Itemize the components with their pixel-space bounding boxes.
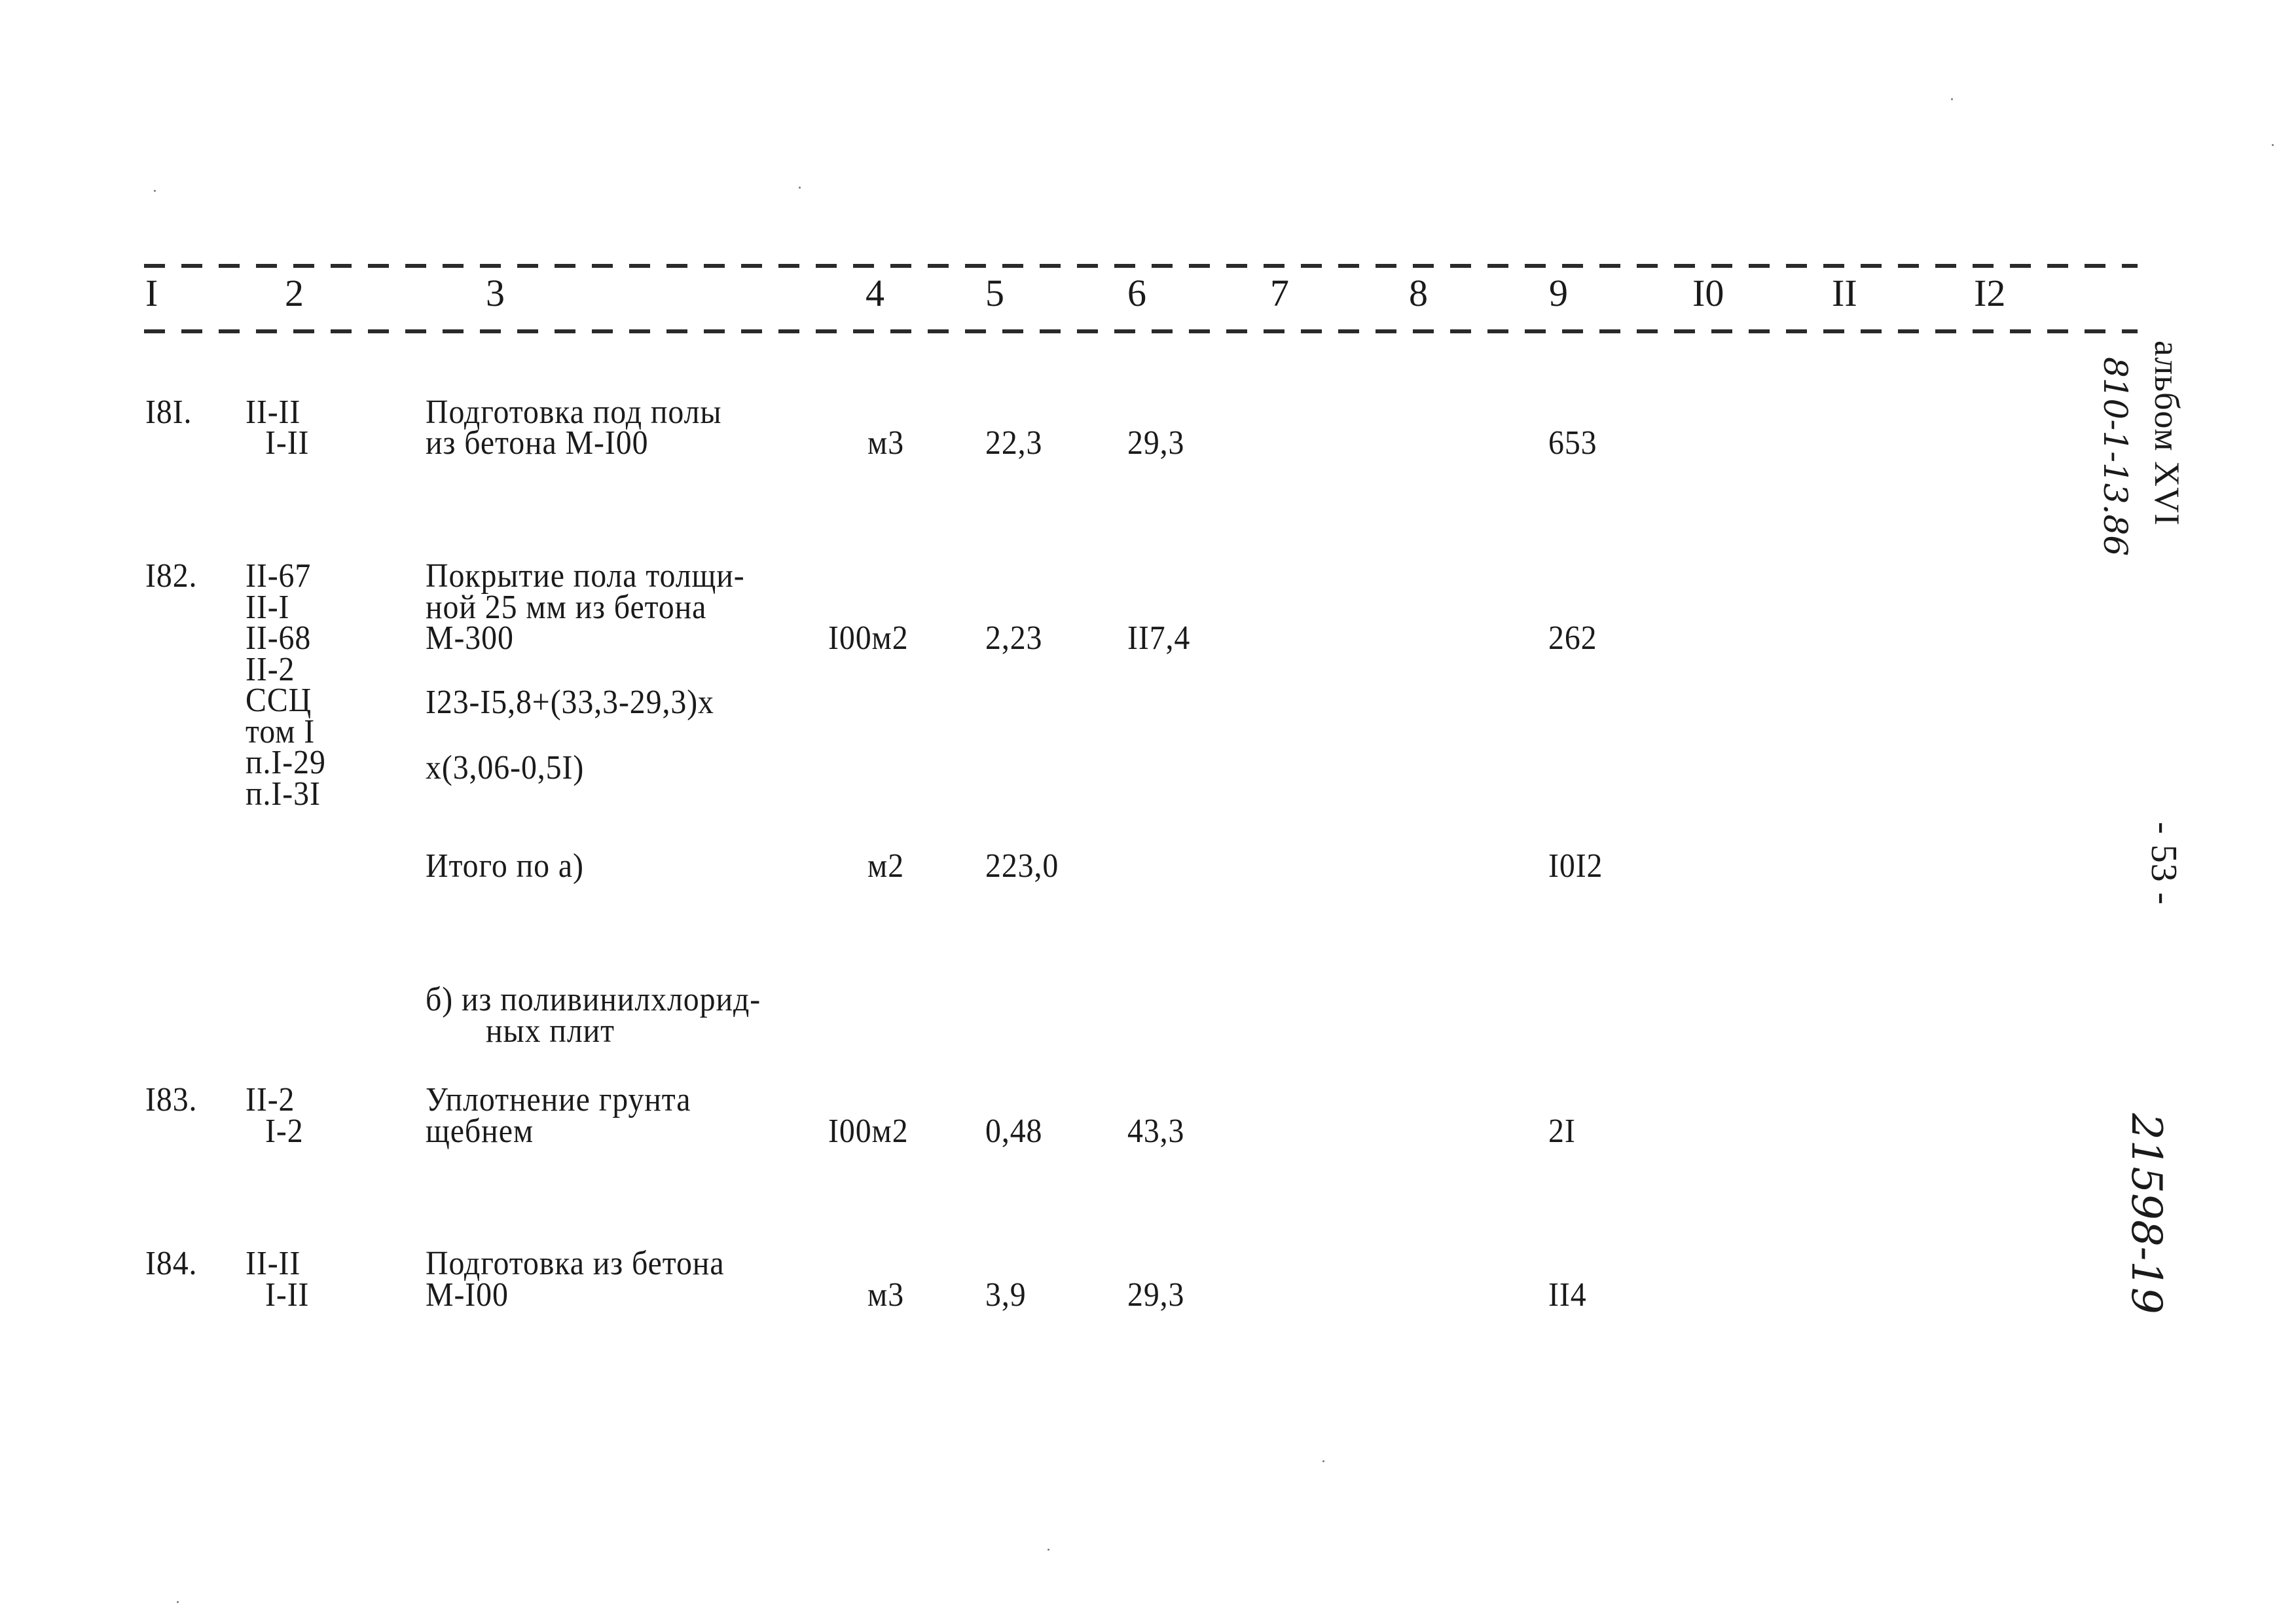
total-cost: 2I [1548,1113,1576,1150]
scan-speck [2272,144,2274,146]
unit: м2 [867,847,905,885]
unit-price: 43,3 [1127,1113,1185,1150]
quantity: 3,9 [985,1276,1027,1314]
total-cost: II4 [1548,1276,1587,1314]
work-description: Уплотнение грунта [426,1081,691,1118]
column-header: 3 [486,272,505,314]
work-description: М-I00 [426,1276,509,1314]
work-description: Покрытие пола толщи- [426,557,745,595]
work-description: щебнем [426,1113,534,1150]
unit-price: II7,4 [1127,619,1191,657]
scan-speck [1322,1460,1324,1462]
norm-code: II-68 [246,619,312,657]
row-number: I82. [145,557,198,595]
norm-code: I-2 [265,1113,304,1150]
unit: м3 [867,424,905,462]
column-header: 5 [985,272,1004,314]
header-top-rule [144,264,2138,268]
subtotal-label: Итого по а) [426,847,584,885]
column-header: 2 [285,272,304,314]
scan-speck [799,187,801,189]
norm-code: II-2 [246,1081,295,1118]
column-header: I [145,272,158,314]
album-handwritten-code: 810-1-13.86 [2096,357,2134,557]
scan-speck [1951,98,1953,100]
quantity: 22,3 [985,424,1043,462]
norm-code: ССЦ [246,682,312,719]
album-label: альбом XVI [2147,341,2187,526]
scan-speck [154,190,156,192]
norm-code: I-II [265,424,310,462]
norm-code: п.I-29 [246,744,326,781]
row-number: I84. [145,1245,198,1282]
unit: I00м2 [828,619,909,657]
unit: м3 [867,1276,905,1314]
section-title: ных плит [486,1012,615,1050]
norm-code: п.I-3I [246,775,321,813]
column-header: 7 [1270,272,1289,314]
column-header: 6 [1127,272,1146,314]
document-page: I 2 3 4 5 6 7 8 9 I0 II I2 I8I. II-II I-… [0,0,2296,1624]
column-header: I2 [1974,272,2006,314]
quantity: 223,0 [985,847,1059,885]
total-cost: 653 [1548,424,1597,462]
column-header: II [1832,272,1857,314]
quantity: 2,23 [985,619,1043,657]
quantity: 0,48 [985,1113,1043,1150]
column-header: 4 [866,272,884,314]
work-description: Подготовка из бетона [426,1245,725,1282]
unit-price: 29,3 [1127,1276,1185,1314]
scan-speck [177,1601,179,1603]
unit-price: 29,3 [1127,424,1185,462]
total-cost: I0I2 [1548,847,1603,885]
column-header: 9 [1549,272,1568,314]
norm-code: II-67 [246,557,312,595]
row-number: I83. [145,1081,198,1118]
total-cost: 262 [1548,619,1597,657]
price-formula: х(3,06-0,5I) [426,749,585,786]
unit: I00м2 [828,1113,909,1150]
norm-code: I-II [265,1276,310,1314]
norm-code: II-II [246,1245,301,1282]
column-header: I0 [1692,272,1724,314]
section-title: б) из поливинилхлорид- [426,981,761,1018]
scan-speck [1048,1549,1049,1551]
work-description: М-300 [426,619,514,657]
price-formula: I23-I5,8+(33,3-29,3)х [426,684,714,721]
column-header: 8 [1409,272,1428,314]
page-number: - 53 - [2143,822,2184,906]
header-bottom-rule [144,329,2138,333]
row-number: I8I. [145,394,192,431]
work-description: из бетона М-I00 [426,424,649,462]
document-number: 21598-19 [2122,1113,2170,1314]
